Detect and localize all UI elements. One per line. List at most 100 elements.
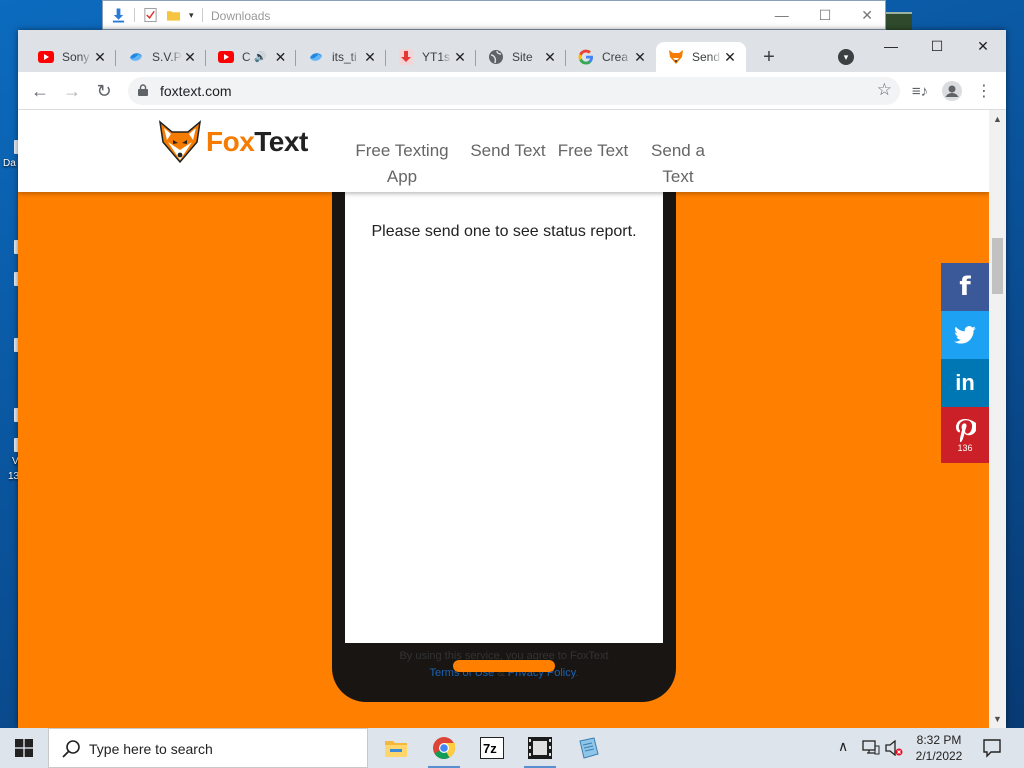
nav-free-texting-app[interactable]: Free Texting App bbox=[352, 138, 452, 190]
nav-free-text[interactable]: Free Text bbox=[556, 138, 630, 164]
tab-yt1s[interactable]: YT1s ✕ bbox=[386, 42, 476, 72]
url-text: foxtext.com bbox=[160, 83, 232, 99]
show-hidden-icons-chevron-icon[interactable]: ∧ bbox=[838, 738, 848, 755]
tab-close-icon[interactable]: ✕ bbox=[182, 49, 198, 65]
file-explorer-icon bbox=[385, 741, 407, 757]
maximize-button[interactable]: ☐ bbox=[819, 7, 832, 24]
pinterest-share-count: 136 bbox=[957, 442, 973, 453]
search-icon bbox=[62, 740, 80, 758]
notepad-taskbar-button[interactable] bbox=[564, 728, 612, 768]
tab-its-ti[interactable]: its_ti ✕ bbox=[296, 42, 386, 72]
file-explorer-taskbar-button[interactable] bbox=[372, 728, 420, 768]
tab-label: Site bbox=[512, 50, 533, 64]
linkedin-share-button[interactable]: in bbox=[941, 359, 989, 407]
tab-label: S.V.P bbox=[152, 50, 182, 64]
scroll-down-arrow-icon[interactable]: ▼ bbox=[993, 714, 1002, 724]
tab-close-icon[interactable]: ✕ bbox=[92, 49, 108, 65]
tab-label: Sony bbox=[62, 50, 90, 64]
lock-icon[interactable] bbox=[138, 84, 148, 96]
tab-svp[interactable]: S.V.P ✕ bbox=[116, 42, 206, 72]
maximize-button[interactable]: ☐ bbox=[914, 36, 960, 56]
chevron-down-icon[interactable]: ▾ bbox=[189, 10, 194, 21]
tab-label: C bbox=[242, 50, 251, 64]
tab-close-icon[interactable]: ✕ bbox=[722, 49, 738, 65]
background-window-edge bbox=[886, 12, 912, 30]
close-button[interactable]: ✕ bbox=[960, 36, 1006, 56]
tab-strip: Sony ✕ S.V.P ✕ C 🔊 ✕ its_ti ✕ YT1s ✕ Sit… bbox=[18, 30, 1006, 72]
properties-icon[interactable] bbox=[143, 7, 158, 23]
tab-close-icon[interactable]: ✕ bbox=[452, 49, 468, 65]
tab-youtube[interactable]: Sony ✕ bbox=[26, 42, 116, 72]
youtube-icon bbox=[38, 49, 54, 65]
media-control-icon[interactable]: ≡♪ bbox=[908, 79, 932, 103]
download-icon bbox=[398, 49, 414, 65]
chrome-window: Sony ✕ S.V.P ✕ C 🔊 ✕ its_ti ✕ YT1s ✕ Sit… bbox=[18, 30, 1006, 728]
chrome-taskbar-button[interactable] bbox=[420, 728, 468, 768]
foxtext-logo[interactable]: FoxText bbox=[158, 120, 308, 164]
twitter-icon bbox=[954, 326, 976, 344]
back-arrow-icon[interactable]: ← bbox=[28, 79, 52, 103]
desktop-label: Da bbox=[3, 158, 16, 169]
tab-youtube-audio[interactable]: C 🔊 ✕ bbox=[206, 42, 296, 72]
logo-wordmark: FoxText bbox=[206, 126, 308, 158]
bookmark-star-icon[interactable]: ☆ bbox=[877, 80, 892, 100]
divider bbox=[134, 8, 135, 22]
status-message: Please send one to see status report. bbox=[371, 223, 637, 240]
nav-send-a-text[interactable]: Send a Text bbox=[646, 138, 710, 190]
tab-close-icon[interactable]: ✕ bbox=[272, 49, 288, 65]
new-folder-icon[interactable] bbox=[166, 7, 181, 23]
new-tab-button[interactable]: + bbox=[758, 46, 780, 68]
address-bar[interactable]: foxtext.com ☆ bbox=[128, 77, 900, 105]
terms-period: . bbox=[575, 667, 579, 679]
youtube-icon bbox=[218, 49, 234, 65]
scroll-up-arrow-icon[interactable]: ▲ bbox=[993, 114, 1002, 124]
minimize-button[interactable]: — bbox=[868, 36, 914, 56]
taskbar: Type here to search 7z ∧ 8:32 PM 2/1/202… bbox=[0, 728, 1024, 768]
minimize-button[interactable]: — bbox=[775, 7, 789, 24]
download-arrow-icon[interactable] bbox=[111, 7, 126, 23]
tab-close-icon[interactable]: ✕ bbox=[362, 49, 378, 65]
vertical-scrollbar[interactable]: ▲ ▼ bbox=[989, 110, 1006, 728]
7zip-taskbar-button[interactable]: 7z bbox=[468, 728, 516, 768]
svp-icon bbox=[308, 49, 324, 65]
tab-label: Send bbox=[692, 50, 721, 64]
network-icon[interactable] bbox=[862, 740, 880, 756]
7zip-icon: 7z bbox=[480, 737, 504, 759]
search-placeholder: Type here to search bbox=[89, 741, 213, 757]
svg-text:7z: 7z bbox=[483, 741, 497, 756]
taskbar-search-input[interactable]: Type here to search bbox=[48, 728, 368, 768]
tab-site[interactable]: Site ✕ bbox=[476, 42, 566, 72]
tab-search-icon[interactable]: ▾ bbox=[838, 49, 854, 65]
phone-screen: Please send one to see status report. By… bbox=[345, 150, 663, 679]
nav-send-text[interactable]: Send Text bbox=[468, 138, 548, 164]
tab-close-icon[interactable]: ✕ bbox=[632, 49, 648, 65]
notification-center-icon[interactable] bbox=[982, 738, 1002, 758]
logo-text-text: Text bbox=[254, 126, 308, 157]
divider bbox=[201, 8, 203, 22]
profile-avatar-icon[interactable] bbox=[940, 79, 964, 103]
speaker-icon[interactable]: 🔊 bbox=[254, 52, 266, 63]
phone-home-button bbox=[453, 660, 555, 672]
forward-arrow-icon[interactable]: → bbox=[60, 79, 84, 103]
file-explorer-window[interactable]: ▾ Downloads — ☐ ✕ bbox=[102, 0, 886, 30]
close-button[interactable]: ✕ bbox=[861, 7, 873, 24]
scrollbar-thumb[interactable] bbox=[992, 238, 1003, 294]
facebook-share-button[interactable]: f bbox=[941, 263, 989, 311]
tab-label: its_ti bbox=[332, 50, 357, 64]
tab-close-icon[interactable]: ✕ bbox=[542, 49, 558, 65]
twitter-share-button[interactable] bbox=[941, 311, 989, 359]
logo-fox-text: Fox bbox=[206, 126, 255, 157]
svp-icon bbox=[128, 49, 144, 65]
google-icon bbox=[578, 49, 594, 65]
tab-label: YT1s bbox=[422, 50, 451, 64]
page-viewport: FoxText Free Texting App Send Text Free … bbox=[18, 110, 989, 728]
system-clock[interactable]: 8:32 PM 2/1/2022 bbox=[900, 732, 978, 764]
video-editor-taskbar-button[interactable] bbox=[516, 728, 564, 768]
start-button[interactable] bbox=[0, 728, 48, 768]
reload-icon[interactable]: ↻ bbox=[92, 79, 116, 103]
pinterest-share-button[interactable]: 136 bbox=[941, 407, 989, 463]
globe-icon bbox=[488, 49, 504, 65]
tab-foxtext-active[interactable]: Send ✕ bbox=[656, 42, 746, 72]
menu-dots-icon[interactable]: ⋮ bbox=[972, 79, 996, 103]
tab-google[interactable]: Crea ✕ bbox=[566, 42, 656, 72]
